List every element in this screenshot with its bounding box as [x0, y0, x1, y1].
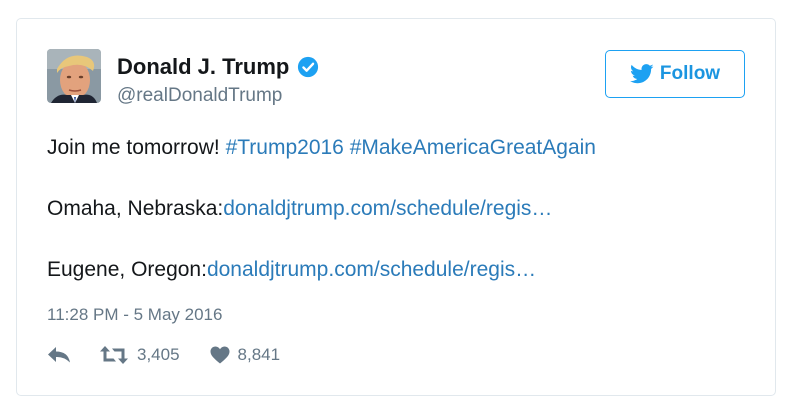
hashtag-makeamericagreatagain[interactable]: #MakeAmericaGreatAgain — [350, 136, 596, 159]
reply-icon — [48, 347, 70, 363]
like-button[interactable]: 8,841 — [210, 345, 281, 365]
schedule-link-eugene[interactable]: donaldjtrump.com/schedule/regis… — [207, 258, 536, 281]
author-name-row[interactable]: Donald J. Trump — [117, 54, 319, 80]
verified-badge-icon — [298, 56, 319, 78]
tweet-line-eugene: Eugene, Oregon:donaldjtrump.com/schedule… — [47, 255, 747, 284]
retweet-icon — [100, 346, 128, 364]
tweet-line-omaha: Omaha, Nebraska:donaldjtrump.com/schedul… — [47, 194, 747, 223]
reply-button[interactable] — [47, 346, 71, 364]
heart-icon — [210, 346, 230, 364]
schedule-link-omaha[interactable]: donaldjtrump.com/schedule/regis… — [223, 197, 552, 220]
like-count: 8,841 — [237, 345, 281, 364]
retweet-button[interactable]: 3,405 — [99, 345, 180, 365]
tweet-intro: Join me tomorrow! — [47, 136, 226, 159]
follow-button[interactable]: Follow — [605, 50, 745, 98]
location-eugene: Eugene, Oregon: — [47, 258, 207, 281]
tweet-text: Join me tomorrow! #Trump2016 #MakeAmeric… — [47, 133, 747, 284]
retweet-count: 3,405 — [137, 345, 180, 364]
hashtag-trump2016[interactable]: #Trump2016 — [226, 136, 344, 159]
avatar[interactable] — [47, 49, 101, 103]
tweet-timestamp[interactable]: 11:28 PM - 5 May 2016 — [47, 305, 222, 325]
twitter-bird-icon — [629, 64, 654, 84]
author-handle[interactable]: @realDonaldTrump — [117, 85, 282, 107]
author-name[interactable]: Donald J. Trump — [117, 54, 289, 80]
avatar-image — [47, 49, 101, 103]
tweet-actions: 3,405 8,841 — [47, 345, 280, 365]
follow-label: Follow — [659, 63, 721, 84]
location-omaha: Omaha, Nebraska: — [47, 197, 224, 220]
tweet-card: Donald J. Trump @realDonaldTrump Follow … — [16, 18, 776, 396]
tweet-line-intro: Join me tomorrow! #Trump2016 #MakeAmeric… — [47, 133, 747, 162]
